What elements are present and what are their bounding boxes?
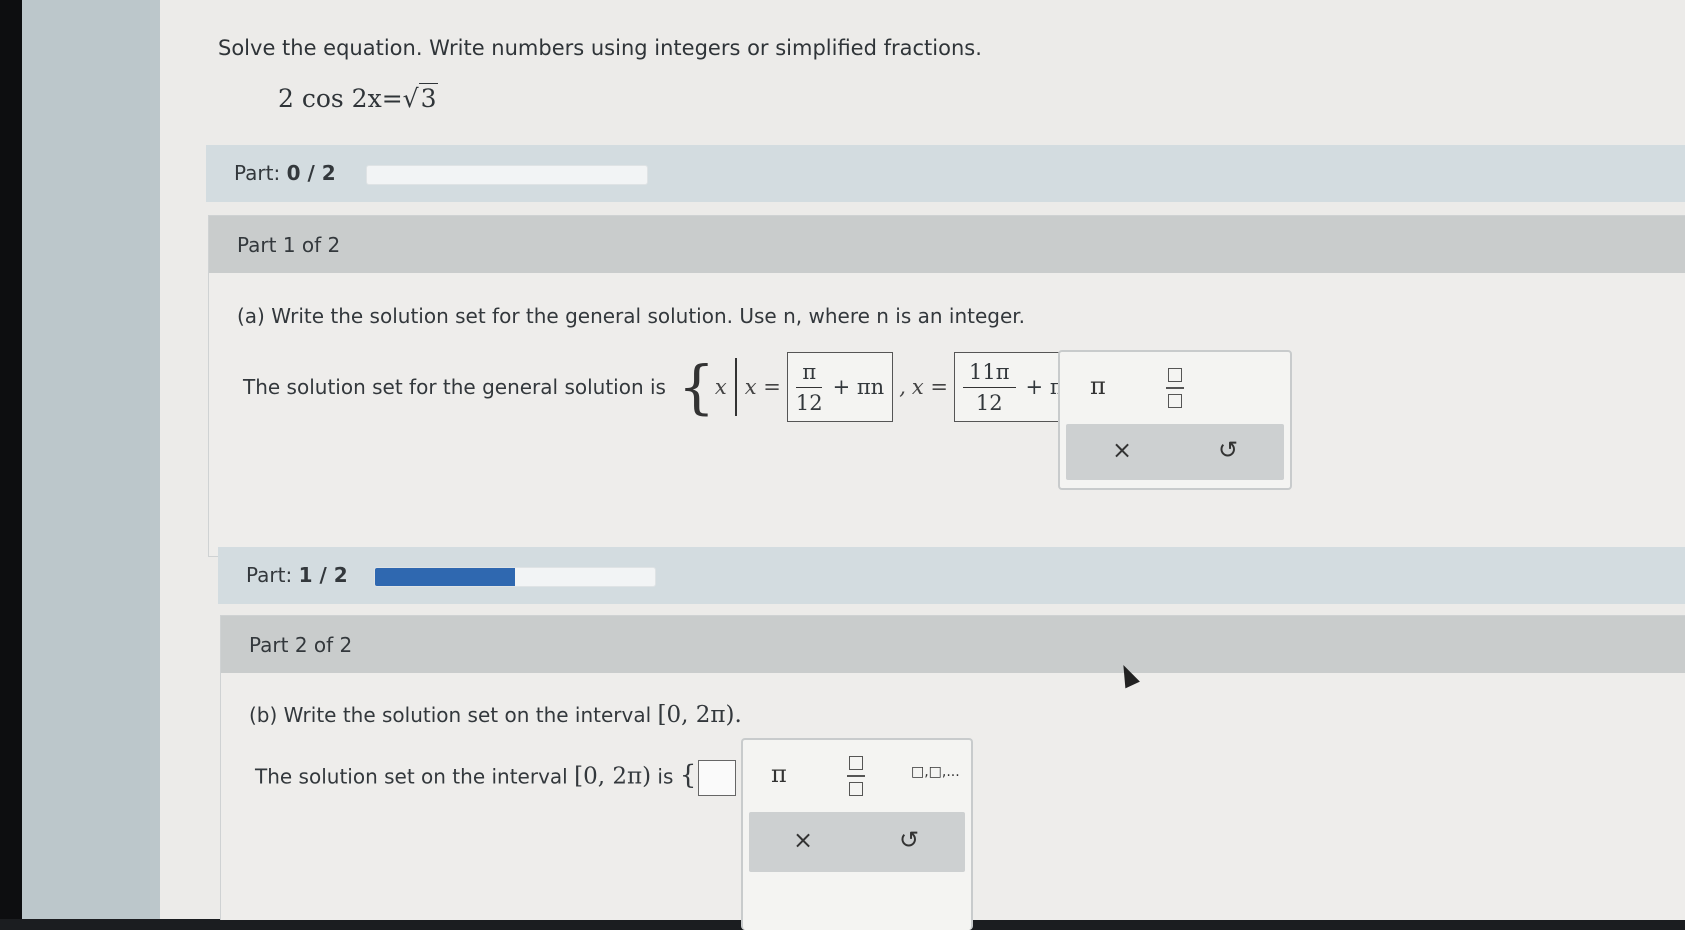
set-open-brace: {	[679, 760, 697, 791]
answer1-numerator: π	[796, 360, 823, 388]
part-progress-bar-1: Part: 0 / 2	[206, 145, 1685, 202]
part2-answer-row: The solution set on the interval [0, 2π)…	[255, 760, 761, 796]
math-palette-1: π × ↺	[1058, 350, 1292, 490]
progress-track	[366, 165, 648, 185]
answer1-term: + πn	[832, 375, 885, 399]
part1-question: (a) Write the solution set for the gener…	[237, 304, 1026, 328]
screen-bezel	[0, 0, 22, 919]
part1-answer-label: The solution set for the general solutio…	[243, 375, 666, 399]
part-progress-value: 1 / 2	[298, 563, 348, 587]
progress-track	[374, 567, 656, 587]
answer1-fraction: π 12	[796, 360, 823, 415]
math-palette-2: π □,□,... × ↺	[741, 738, 973, 930]
undo-button[interactable]: ↺	[899, 826, 919, 854]
fraction-icon[interactable]	[847, 756, 865, 796]
equation-equals: =	[381, 84, 403, 113]
part2-question: (b) Write the solution set on the interv…	[249, 702, 742, 728]
equation-left: 2 cos 2x	[278, 84, 382, 113]
separator-comma: ,	[899, 375, 906, 399]
answer-box-1[interactable]: π 12 + πn	[786, 352, 894, 422]
answer-interval: [0, 2π)	[574, 763, 652, 790]
list-icon[interactable]: □,□,...	[911, 764, 960, 780]
pi-button[interactable]: π	[1090, 372, 1106, 400]
part2-answer-label: The solution set on the interval	[255, 764, 568, 789]
equation-radicand: 3	[418, 83, 439, 113]
part2-card: Part 2 of 2 (b) Write the solution set o…	[220, 615, 1685, 930]
progress-fill	[375, 568, 515, 586]
answer1-denominator: 12	[795, 390, 823, 415]
fraction-icon[interactable]	[1166, 368, 1184, 408]
pi-button[interactable]: π	[771, 760, 787, 788]
part-progress-label: Part:	[246, 563, 293, 587]
part2-header: Part 2 of 2	[249, 633, 353, 657]
part-progress-label: Part:	[234, 161, 281, 185]
part1-card: Part 1 of 2 (a) Write the solution set f…	[208, 215, 1685, 557]
part1-answer-row: The solution set for the general solutio…	[243, 352, 1135, 422]
clear-button[interactable]: ×	[1112, 436, 1132, 464]
problem-instruction: Solve the equation. Write numbers using …	[218, 36, 982, 60]
answer2-fraction: 11π 12	[963, 360, 1016, 415]
undo-button[interactable]: ↺	[1218, 436, 1238, 464]
x-equals-2: x =	[911, 375, 949, 399]
part-progress-value: 0 / 2	[286, 161, 336, 185]
part1-header: Part 1 of 2	[237, 233, 341, 257]
x-equals-1: x =	[744, 375, 781, 399]
is-label: is	[657, 764, 674, 789]
left-sidebar	[22, 0, 160, 919]
clear-button[interactable]: ×	[793, 826, 813, 854]
problem-equation: 2 cos 2x=√3	[278, 83, 439, 113]
set-open-brace: {	[677, 353, 715, 421]
answer-input-box[interactable]	[698, 760, 737, 796]
answer2-denominator: 12	[975, 390, 1003, 415]
set-builder-bar	[734, 358, 737, 416]
set-variable: x	[714, 375, 727, 399]
answer2-numerator: 11π	[963, 360, 1016, 388]
part-progress-bar-2: Part: 1 / 2	[218, 547, 1685, 604]
interval: [0, 2π).	[657, 702, 742, 728]
assessment-page: Solve the equation. Write numbers using …	[160, 0, 1685, 930]
